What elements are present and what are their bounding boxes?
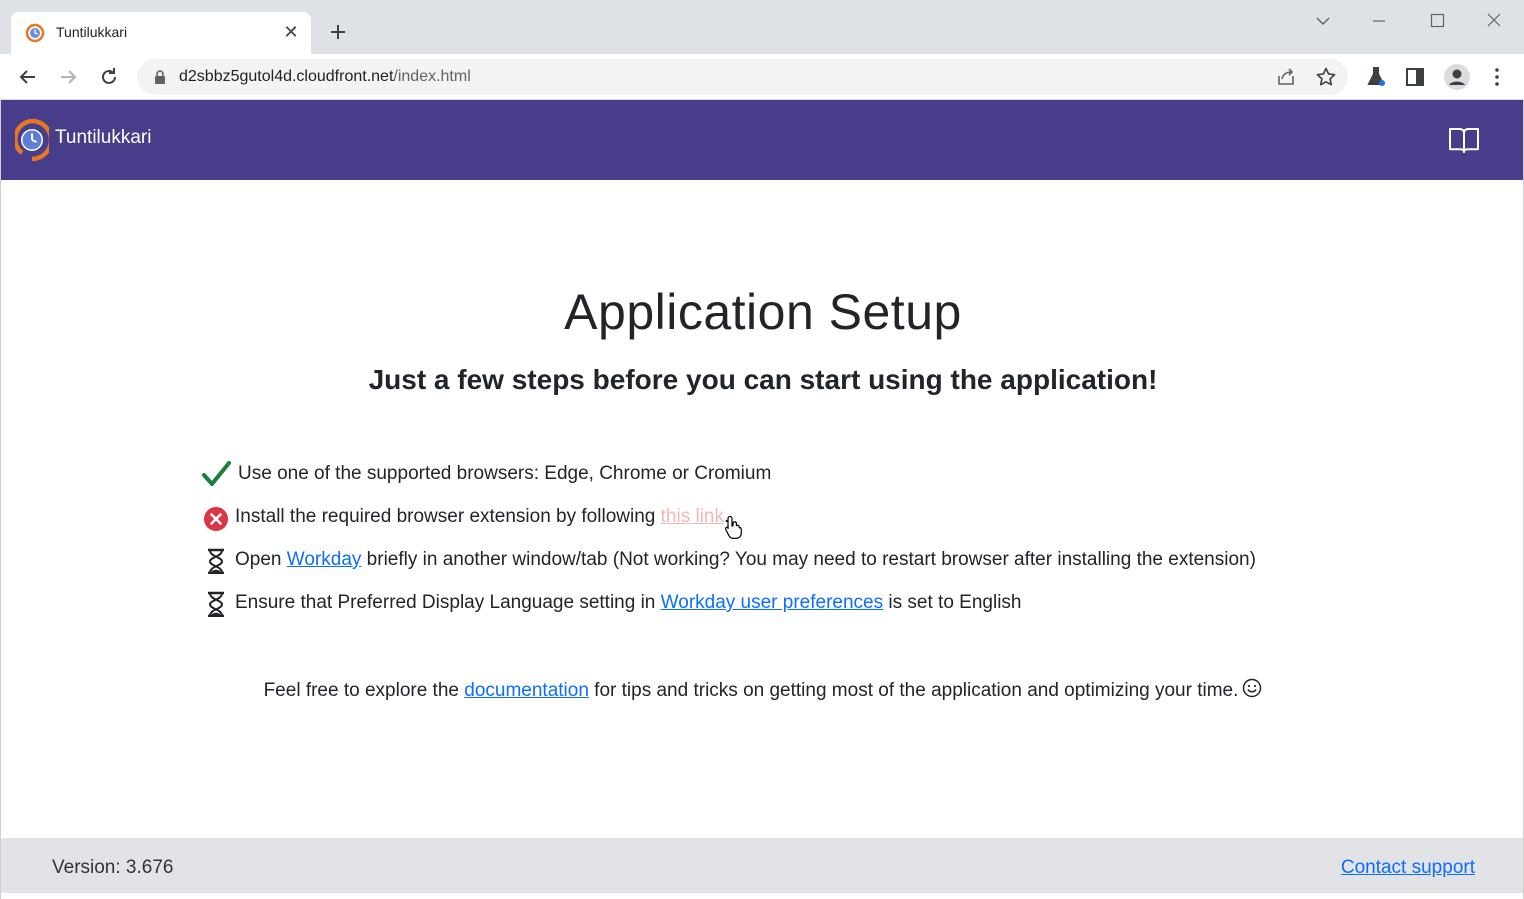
- browser-menu-icon[interactable]: [1485, 65, 1509, 89]
- browser-titlebar: Tuntilukkari ✕: [0, 0, 1524, 54]
- documentation-book-icon[interactable]: [1447, 125, 1481, 155]
- workday-link[interactable]: Workday: [287, 549, 362, 570]
- step-text-before: Install the required browser extension b…: [235, 506, 661, 527]
- explore-text-before: Feel free to explore the: [263, 680, 465, 701]
- brand-name[interactable]: Tuntilukkari: [55, 127, 151, 149]
- page-title: Application Setup: [564, 284, 962, 340]
- url-path: /index.html: [393, 68, 471, 85]
- setup-step-extension: Install the required browser extension b…: [201, 501, 1401, 544]
- explore-text-after: for tips and tricks on getting most of t…: [588, 680, 1239, 701]
- extension-install-link[interactable]: this link: [661, 506, 724, 527]
- setup-steps-list: Use one of the supported browsers: Edge,…: [201, 458, 1401, 630]
- browser-toolbar: d2sbbz5gutol4d.cloudfront.net/index.html: [0, 54, 1524, 100]
- back-arrow-icon[interactable]: [14, 63, 42, 91]
- reload-icon[interactable]: [95, 63, 123, 91]
- page-footer: Version: 3.676 Contact support: [1, 838, 1523, 893]
- maximize-icon[interactable]: [1424, 8, 1450, 34]
- done-check-icon: [202, 461, 231, 486]
- step-text-after: briefly in another window/tab (Not worki…: [361, 549, 1256, 570]
- page-viewport: Tuntilukkari Application Setup Just a fe…: [0, 100, 1524, 899]
- url-host: d2sbbz5gutol4d.cloudfront.net: [179, 68, 394, 85]
- app-header: Tuntilukkari: [1, 100, 1523, 180]
- page-subtitle: Just a few steps before you can start us…: [368, 364, 1158, 395]
- profile-avatar-icon[interactable]: [1443, 63, 1471, 91]
- browser-tab[interactable]: Tuntilukkari ✕: [11, 12, 311, 54]
- hourglass-icon: [208, 548, 224, 574]
- share-icon[interactable]: [1275, 66, 1297, 88]
- minimize-icon[interactable]: [1366, 8, 1392, 34]
- url-text: d2sbbz5gutol4d.cloudfront.net/index.html: [179, 68, 471, 86]
- tab-title: Tuntilukkari: [56, 24, 128, 40]
- workday-user-preferences-link[interactable]: Workday user preferences: [661, 592, 883, 613]
- step-text-before: Open: [235, 549, 287, 570]
- documentation-hint: Feel free to explore the documentation f…: [1, 678, 1524, 702]
- contact-support-link[interactable]: Contact support: [1341, 857, 1475, 879]
- side-panel-icon[interactable]: [1403, 65, 1427, 89]
- documentation-link[interactable]: documentation: [464, 680, 589, 701]
- lock-icon[interactable]: [153, 69, 167, 85]
- step-text: Install the required browser extension b…: [235, 506, 729, 528]
- hand-pointer-cursor-icon: [724, 515, 742, 539]
- close-window-icon[interactable]: [1481, 8, 1507, 34]
- forward-arrow-icon[interactable]: [54, 63, 82, 91]
- address-bar[interactable]: d2sbbz5gutol4d.cloudfront.net/index.html: [137, 59, 1348, 95]
- new-tab-plus-icon[interactable]: [326, 20, 350, 44]
- tab-search-chevron-icon[interactable]: [1310, 8, 1336, 34]
- tuntilukkari-favicon-icon: [25, 23, 45, 43]
- setup-step-language: Ensure that Preferred Display Language s…: [201, 587, 1401, 630]
- smiley-icon: [1243, 678, 1262, 698]
- error-icon: [204, 507, 228, 531]
- tab-close-icon[interactable]: ✕: [281, 21, 301, 43]
- setup-step-workday: Open Workday briefly in another window/t…: [201, 544, 1401, 587]
- step-text-after: is set to English: [883, 592, 1022, 613]
- hourglass-icon: [208, 591, 224, 617]
- bookmark-star-icon[interactable]: [1315, 66, 1337, 88]
- step-text: Open Workday briefly in another window/t…: [235, 549, 1256, 571]
- tuntilukkari-logo-icon[interactable]: [15, 117, 49, 163]
- setup-step-browser: Use one of the supported browsers: Edge,…: [201, 458, 1401, 501]
- version-label: Version: 3.676: [52, 857, 174, 878]
- step-text: Use one of the supported browsers: Edge,…: [238, 463, 772, 484]
- extension-lab-icon[interactable]: [1364, 65, 1388, 89]
- step-text: Ensure that Preferred Display Language s…: [235, 592, 1021, 614]
- step-text-before: Ensure that Preferred Display Language s…: [235, 592, 661, 613]
